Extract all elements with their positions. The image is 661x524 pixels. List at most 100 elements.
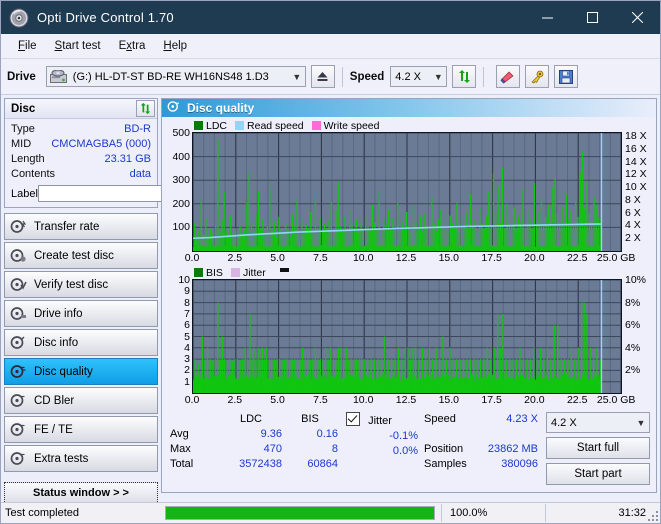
disc-contents-label: Contents [11,168,56,180]
disc-fete-icon [10,422,28,438]
eject-icon [317,72,328,81]
sidebar-item-drive-info[interactable]: Drive info [4,300,158,327]
menu-extra[interactable]: Extra [110,37,155,55]
drive-label: Drive [7,70,36,83]
drive-select[interactable]: (G:) HL-DT-ST BD-RE WH16NS48 1.D3 ▼ [45,66,306,87]
start-full-button[interactable]: Start full [546,437,650,459]
bis-plot-xtick: 25.0 GB [596,394,636,406]
progress-fill [166,507,434,519]
stats-header-ldc: LDC [239,413,262,425]
jitter-header: Jitter [338,412,418,429]
bis-x-axis: 0.0 2.5 5.0 7.5 10.0 12.5 15.0 17.5 20.0 22.5 25.0… [185,394,636,408]
disc-check-icon [10,277,28,293]
refresh-icon [458,70,470,83]
sidebar-item-extra-tests[interactable]: Extra tests [4,445,158,472]
disc-quality-panel: Disc quality LDC Read speed Write speed … [161,98,657,493]
chevron-down-icon: ▼ [636,417,646,428]
sidebar-item-label: Create test disc [34,249,114,262]
refresh-button[interactable] [452,65,477,88]
disc-refresh-button[interactable] [136,100,155,117]
disc-row-length: Length 23.31 GB [11,152,151,167]
ldc-plot-y2tick: 6 X [625,206,641,219]
disc-info-box: Disc Type BD-R MID CMCMAGBA5 (000) Lengt… [4,98,242,208]
eject-button[interactable] [310,65,335,88]
stats-col-meta-labels: Speed Position Samples [418,412,476,492]
menu-help[interactable]: Help [154,37,196,55]
sidebar-item-transfer-rate[interactable]: Transfer rate [4,213,158,240]
stats-label-max: Max [170,443,191,455]
bis-plot-xtick: 17.5 [481,394,502,406]
app-window: Opti Drive Control 1.70 File Start test … [0,0,661,524]
erase-button[interactable] [496,65,521,88]
minimize-button[interactable] [525,1,570,34]
sidebar-item-disc-quality[interactable]: Disc quality [4,358,158,385]
disc-label-caption: Label [11,187,38,200]
disc-length-label: Length [11,153,45,165]
stats-bis-max: 8 [331,443,338,455]
status-window-button[interactable]: Status window > > [4,482,158,504]
eraser-icon [500,71,514,83]
ldc-plot-xtick: 20.0 [524,252,545,264]
ldc-speed-axis: 2 X4 X6 X8 X 10 X 12 X 14 X 16 X 18 X [622,130,652,252]
ldc-legend: LDC Read speed Write speed [194,119,652,132]
speed-label: Speed [349,70,385,83]
sidebar-item-verify-test-disc[interactable]: Verify test disc [4,271,158,298]
bis-plot-area[interactable] [192,279,622,394]
menu-bar: File Start test Extra Help [1,34,660,59]
bis-plot-xtick: 5.0 [270,394,285,406]
ldc-plot-y2tick: 10 X [625,181,647,194]
stats-bis-avg: 0.16 [316,428,338,440]
start-part-button[interactable]: Start part [546,463,650,485]
bis-plot-xtick: 12.5 [395,394,417,406]
menu-start-test-label: tart test [62,40,101,52]
resize-grip-icon[interactable] [648,511,658,521]
test-speed-value: 4.2 X [551,416,577,429]
legend-label-read-speed: Read speed [247,119,304,132]
legend-swatch-write-speed [311,121,321,130]
disc-box-header: Disc [5,99,157,119]
menu-file[interactable]: File [9,37,46,55]
stats-label-samples: Samples [424,458,467,470]
legend-item-write-speed: Write speed [311,120,380,132]
ldc-plot-y2tick: 16 X [625,142,647,155]
test-speed-select[interactable]: 4.2 X ▼ [546,412,650,433]
progress-percent: 100.0% [441,504,545,522]
disc-extra-icon [10,451,28,467]
ldc-plot-xtick: 22.5 [566,252,588,264]
body-area: Disc Type BD-R MID CMCMAGBA5 (000) Lengt… [1,95,660,504]
jitter-checkbox[interactable] [346,412,360,426]
status-bar: Test completed 100.0% 31:32 [1,502,660,523]
drive-value: (G:) HL-DT-ST BD-RE WH16NS48 1.D3 [72,70,269,83]
sidebar-item-disc-info[interactable]: Disc info [4,329,158,356]
sidebar-item-cd-bler[interactable]: CD Bler [4,387,158,414]
disc-mid-value: CMCMAGBA5 (000) [51,138,151,150]
bis-plot-ytick: 7 [184,307,190,320]
legend-label-ldc: LDC [206,119,228,132]
disc-info-icon [10,335,28,351]
stats-jitter-max: 0.0% [392,445,418,457]
legend-item-read-speed: Read speed [235,120,304,132]
ldc-plot-area[interactable] [192,132,622,252]
key-button[interactable] [525,65,550,88]
sidebar-item-fe-te[interactable]: FE / TE [4,416,158,443]
sidebar-item-label: Drive info [34,307,83,320]
menu-start-test[interactable]: Start test [46,37,110,55]
maximize-button[interactable] [570,1,615,34]
sidebar-item-create-test-disc[interactable]: Create test disc [4,242,158,269]
bis-plot-y2tick: 4% [625,341,641,354]
save-button[interactable] [554,65,579,88]
panel-title: Disc quality [187,101,255,115]
disc-properties: Type BD-R MID CMCMAGBA5 (000) Length 23.… [5,119,242,207]
menu-file-label: ile [25,40,37,52]
stats-col-bis: BIS 0.16 8 60864 [282,412,338,492]
legend-item-bis: BIS [194,267,223,279]
disc-quality-icon [167,100,181,116]
ldc-plot-y2tick: 14 X [625,155,647,168]
speed-select[interactable]: 4.2 X ▼ [390,66,448,87]
ldc-plot-y2tick: 12 X [625,168,647,181]
close-button[interactable] [615,1,660,34]
stats-label-position: Position [424,443,464,455]
drive-info-icon [10,306,28,322]
ldc-plot-y2tick: 2 X [625,232,641,245]
ldc-plot-y2tick: 18 X [625,130,647,143]
